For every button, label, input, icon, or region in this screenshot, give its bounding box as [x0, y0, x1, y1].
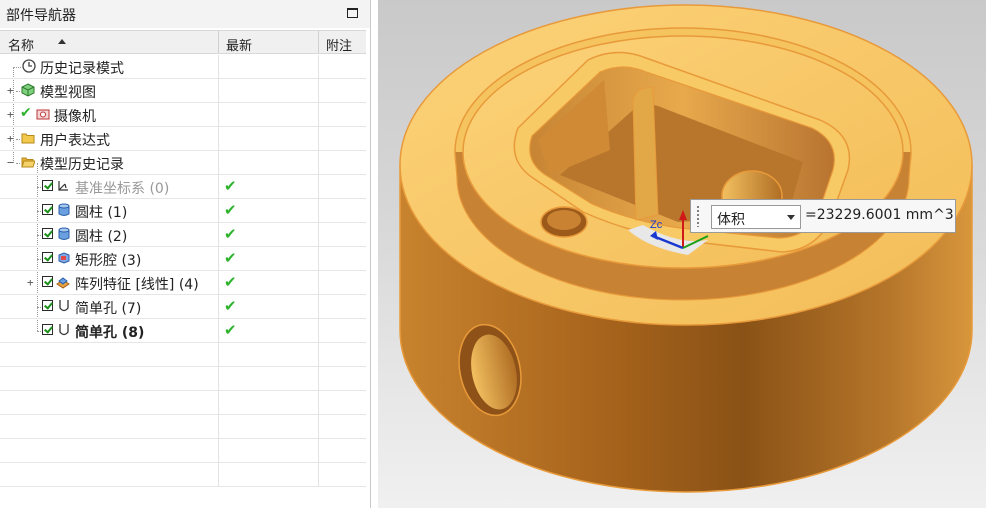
folder-icon	[21, 133, 35, 144]
tree-item-label: 简单孔 (7)	[75, 301, 142, 317]
camera-icon	[36, 109, 50, 120]
empty-row	[0, 415, 366, 439]
datum-csys-icon	[58, 181, 68, 191]
tree-item-label: 模型历史记录	[40, 157, 124, 173]
cylinder-icon	[58, 203, 70, 216]
tree-item-label: 模型视图	[40, 85, 96, 101]
dropdown-arrow-icon	[787, 215, 795, 220]
tree-item-simple-hole-7[interactable]: 简单孔 (7) ✔	[0, 295, 366, 319]
clock-icon	[22, 59, 36, 73]
column-latest[interactable]: 最新	[226, 35, 252, 54]
visibility-checkbox[interactable]	[42, 276, 53, 287]
tree-item-label: 用户表达式	[40, 133, 110, 149]
latest-checkmark: ✔	[224, 273, 237, 291]
column-name[interactable]: 名称	[8, 35, 34, 54]
tree-item-model-history[interactable]: − 模型历史记录	[0, 151, 366, 175]
column-header: 名称 最新 附注	[0, 30, 366, 54]
navigator-tree: 历史记录模式 + 模型视图 + ✔ 摄像机 + 用户表达式 − 模型历史记录 基…	[0, 55, 366, 487]
tree-item-label: 摄像机	[54, 109, 96, 125]
latest-checkmark: ✔	[224, 177, 237, 195]
tree-item-rectangular-pocket[interactable]: 矩形腔 (3) ✔	[0, 247, 366, 271]
tree-item-datum-csys[interactable]: 基准坐标系 (0) ✔	[0, 175, 366, 199]
part-model[interactable]: Zc	[378, 0, 986, 508]
graphics-viewport[interactable]: Zc	[378, 0, 986, 508]
pocket-icon	[58, 252, 70, 264]
latest-checkmark: ✔	[224, 249, 237, 267]
maximize-icon[interactable]	[347, 8, 358, 18]
part-navigator: 部件导航器 名称 最新 附注 历史记录模式 + 模型视图 + ✔ 摄像机 + 用…	[0, 0, 371, 508]
visibility-checkbox[interactable]	[42, 252, 53, 263]
expand-icon[interactable]: +	[27, 277, 34, 288]
measure-popup[interactable]: 体积 =23229.6001 mm^3	[690, 199, 956, 233]
column-note[interactable]: 附注	[326, 35, 352, 54]
empty-row	[0, 463, 366, 487]
visibility-checkbox[interactable]	[42, 204, 53, 215]
visibility-checkbox[interactable]	[42, 324, 53, 335]
tree-item-label: 圆柱 (2)	[75, 229, 128, 245]
expand-icon[interactable]: +	[7, 109, 14, 120]
tree-item-cameras[interactable]: + ✔ 摄像机	[0, 103, 366, 127]
tree-item-label: 基准坐标系 (0)	[75, 181, 170, 197]
expand-icon[interactable]: +	[7, 133, 14, 144]
empty-row	[0, 343, 366, 367]
axis-label: Zc	[650, 219, 663, 231]
tree-item-label: 矩形腔 (3)	[75, 253, 142, 269]
tree-item-label: 阵列特征 [线性] (4)	[75, 277, 199, 293]
navigator-title: 部件导航器	[6, 8, 76, 24]
tree-item-label: 简单孔 (8)	[75, 325, 145, 341]
tree-item-cylinder-1[interactable]: 圆柱 (1) ✔	[0, 199, 366, 223]
model-view-icon	[21, 83, 35, 97]
tree-item-cylinder-2[interactable]: 圆柱 (2) ✔	[0, 223, 366, 247]
drag-handle-icon[interactable]	[696, 205, 700, 227]
tree-item-pattern-feature[interactable]: + 阵列特征 [线性] (4) ✔	[0, 271, 366, 295]
tree-item-simple-hole-8[interactable]: 简单孔 (8) ✔	[0, 319, 366, 343]
latest-checkmark: ✔	[224, 321, 237, 339]
measure-type-select[interactable]: 体积	[711, 205, 801, 229]
latest-checkmark: ✔	[224, 225, 237, 243]
cylinder-icon	[58, 227, 70, 240]
checkmark-icon: ✔	[20, 105, 32, 121]
tree-item-label: 圆柱 (1)	[75, 205, 128, 221]
latest-checkmark: ✔	[224, 201, 237, 219]
collapse-icon[interactable]: −	[7, 157, 14, 168]
empty-row	[0, 367, 366, 391]
folder-open-icon	[21, 157, 35, 168]
visibility-checkbox[interactable]	[42, 180, 53, 191]
tree-item-user-expressions[interactable]: + 用户表达式	[0, 127, 366, 151]
hole-icon	[59, 324, 69, 336]
tree-item-history-mode[interactable]: 历史记录模式	[0, 55, 366, 79]
expand-icon[interactable]: +	[7, 85, 14, 96]
navigator-title-bar: 部件导航器	[0, 0, 370, 28]
tree-item-model-views[interactable]: + 模型视图	[0, 79, 366, 103]
visibility-checkbox[interactable]	[42, 228, 53, 239]
visibility-checkbox[interactable]	[42, 300, 53, 311]
measure-type-value: 体积	[717, 212, 745, 228]
latest-checkmark: ✔	[224, 297, 237, 315]
volume-value: =23229.6001 mm^3	[805, 207, 954, 223]
empty-row	[0, 439, 366, 463]
tree-item-label: 历史记录模式	[40, 61, 124, 77]
hole-icon	[59, 300, 69, 312]
empty-row	[0, 391, 366, 415]
sort-ascending-icon	[58, 39, 66, 44]
pattern-icon	[56, 277, 70, 289]
